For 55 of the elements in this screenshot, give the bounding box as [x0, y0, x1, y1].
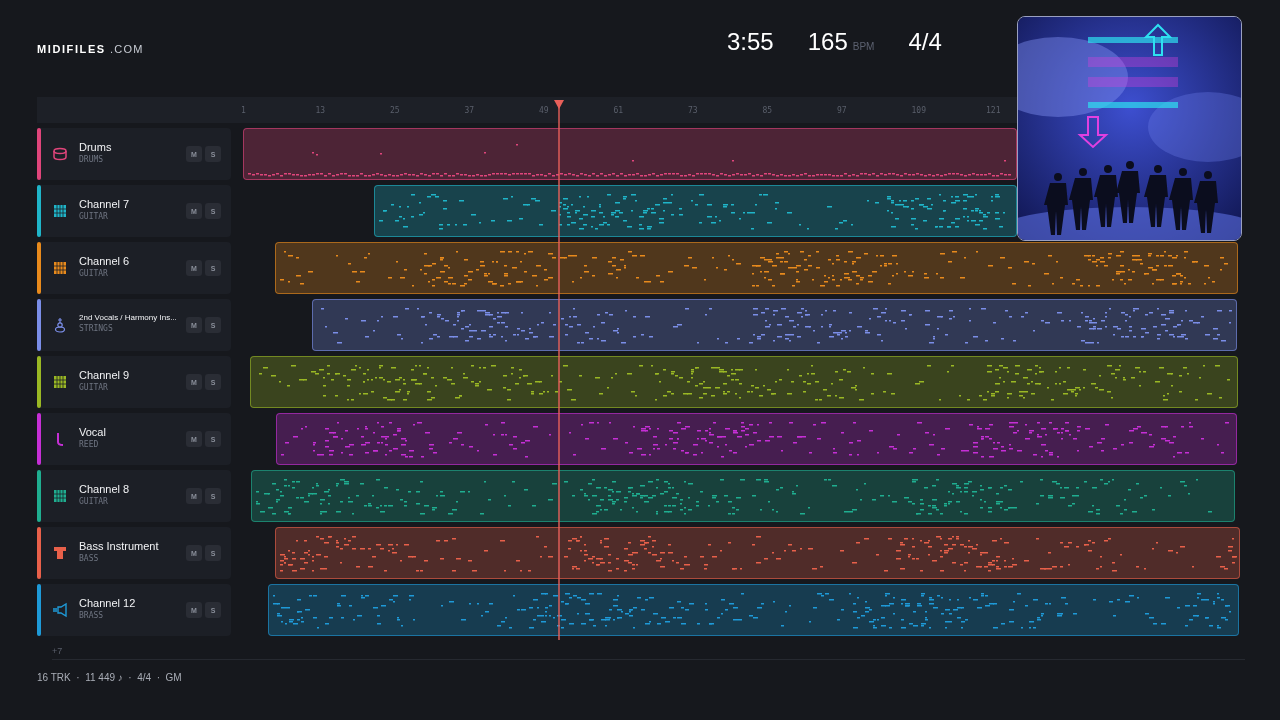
- figure-icon: [52, 317, 68, 333]
- track-clip[interactable]: [268, 584, 1239, 636]
- bar-number: 121: [986, 105, 1002, 115]
- track-name: Vocal: [79, 425, 107, 438]
- grid-icon: [52, 260, 68, 276]
- song-duration: 3:55: [727, 27, 774, 56]
- track-category: DRUMS: [79, 154, 105, 164]
- grid-icon: [52, 488, 68, 504]
- track-category: GUITAR: [79, 268, 109, 278]
- timeline-ruler[interactable]: 1 13 25 37 49 61 73 85 97 109 121: [37, 97, 1017, 123]
- logo: MIDIFILES .COM: [37, 42, 145, 55]
- track-clip[interactable]: [251, 470, 1235, 522]
- bar-number: 85: [762, 105, 774, 115]
- track-clip[interactable]: [243, 128, 1017, 180]
- horn-icon: [52, 602, 68, 618]
- tempo-value: 165: [807, 27, 848, 56]
- more-tracks-count: +7: [52, 646, 1245, 660]
- track-category: BRASS: [79, 610, 105, 620]
- bar-number: 49: [539, 105, 550, 115]
- playhead[interactable]: [553, 100, 566, 640]
- track-name: Drums: [79, 140, 113, 153]
- track-category: REED: [79, 439, 100, 449]
- track-name: Channel 12: [79, 596, 137, 609]
- track-category: GUITAR: [79, 496, 109, 506]
- grid-icon: [52, 374, 68, 390]
- bar-number: 97: [837, 105, 848, 115]
- track-clip[interactable]: [250, 356, 1238, 408]
- track-category: GUITAR: [79, 382, 109, 392]
- track-name: Channel 9: [79, 368, 131, 381]
- track-name: Channel 6: [79, 254, 131, 267]
- tempo-unit: BPM: [852, 40, 875, 52]
- bar-number: 25: [390, 105, 401, 115]
- track-clip[interactable]: [312, 299, 1237, 351]
- grid-icon: [52, 203, 68, 219]
- track-clip[interactable]: [275, 242, 1238, 294]
- track-category: GUITAR: [79, 211, 109, 221]
- track-clip[interactable]: [275, 527, 1240, 579]
- track-category: BASS: [79, 553, 100, 563]
- track-name: 2nd Vocals / Harmony Ins...: [79, 313, 178, 322]
- track-name: Bass Instrument: [79, 539, 160, 552]
- track-clip[interactable]: [374, 185, 1017, 237]
- track-name: Channel 8: [79, 482, 131, 495]
- time-signature: 4/4: [908, 27, 942, 56]
- bar-number: 61: [613, 105, 625, 115]
- track-category: STRINGS: [79, 324, 114, 333]
- bar-number: 73: [688, 105, 699, 115]
- bar-number: 37: [464, 105, 476, 115]
- bar-number: 1: [241, 105, 247, 115]
- track-clip[interactable]: [276, 413, 1237, 465]
- bar-number: 13: [315, 105, 327, 115]
- bar-number: 109: [911, 105, 927, 115]
- column-icon: [52, 545, 68, 561]
- track-name: Channel 7: [79, 197, 131, 210]
- drum-icon: [52, 146, 68, 162]
- status-text: 16 TRK · 11 449 ♪ · 4/4 · GM: [37, 672, 183, 683]
